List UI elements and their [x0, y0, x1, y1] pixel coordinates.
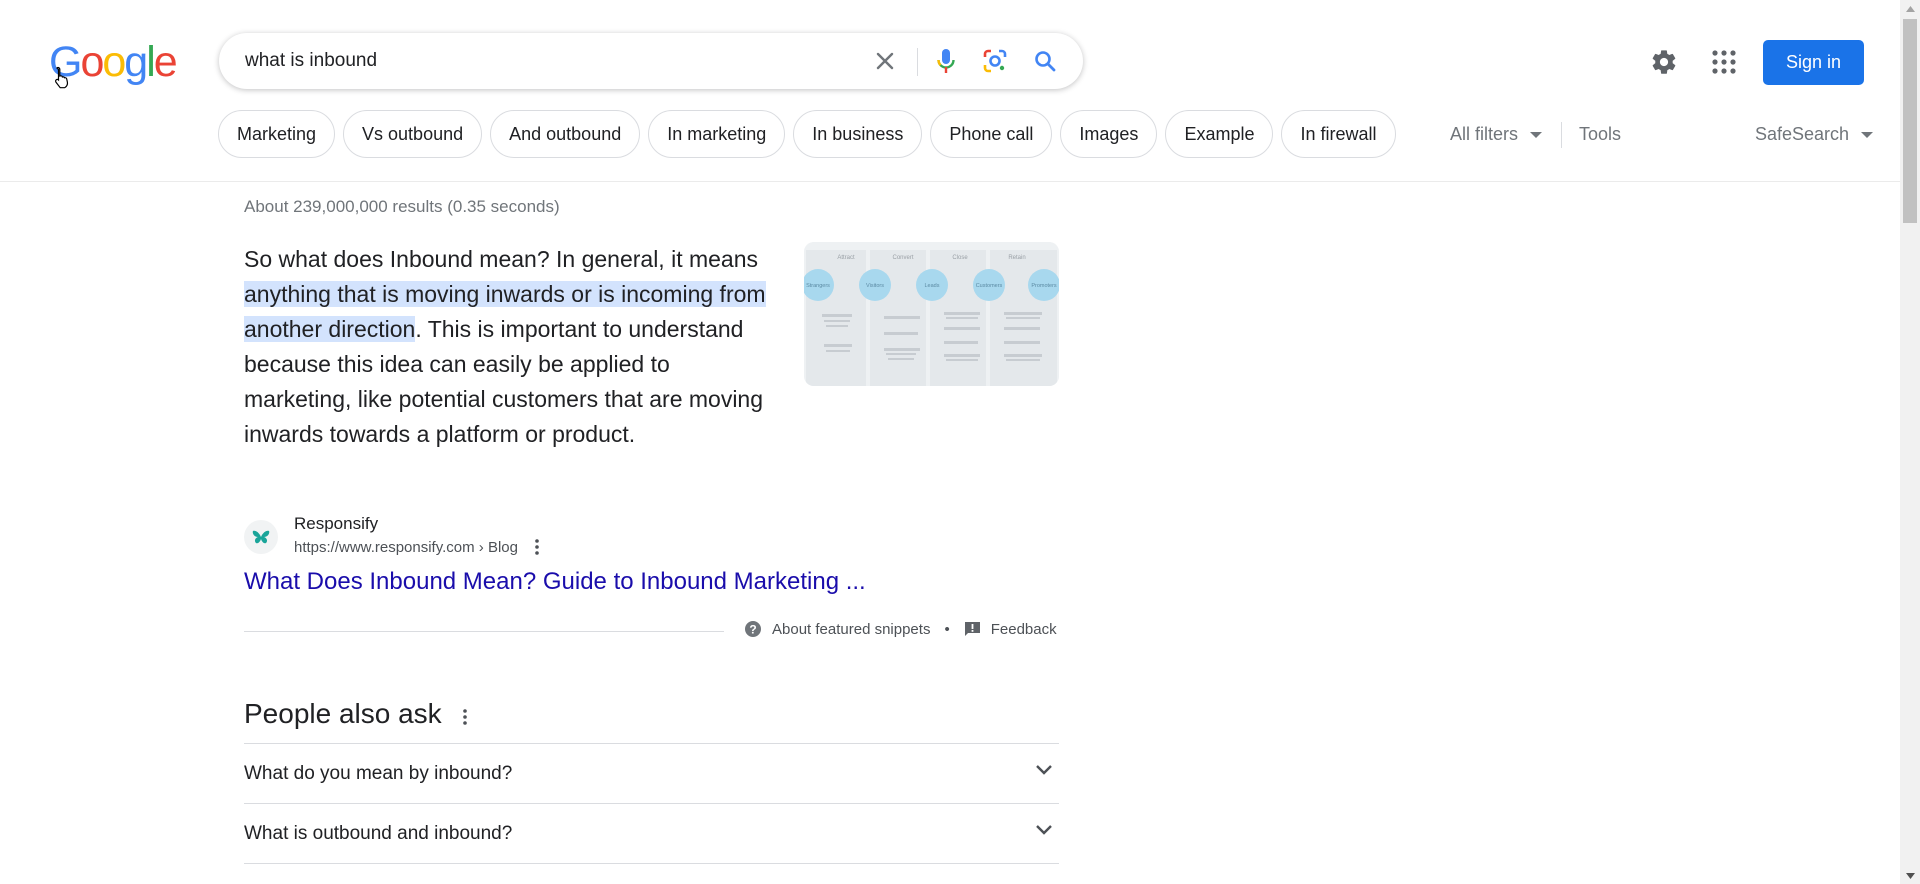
diagram-node-label: Visitors: [866, 283, 884, 289]
all-filters-button[interactable]: All filters: [1450, 124, 1543, 145]
diagram-stage-label: Attract: [837, 255, 855, 261]
chevron-down-icon: [1036, 825, 1052, 835]
microphone-icon[interactable]: [932, 47, 960, 75]
google-lens-icon[interactable]: [981, 47, 1009, 75]
search-icon[interactable]: [1031, 47, 1059, 75]
sign-in-button[interactable]: Sign in: [1763, 40, 1864, 85]
chip-phone-call[interactable]: Phone call: [930, 110, 1053, 158]
diagram-node-label: Leads: [925, 283, 940, 289]
paa-question-text: What is outbound and inbound?: [244, 823, 513, 844]
responsify-favicon-icon: [244, 520, 278, 554]
snippet-footer: ? About featured snippets • Feedback: [744, 620, 1057, 638]
more-options-icon[interactable]: [462, 708, 468, 726]
source-url: https://www.responsify.com › Blog: [294, 539, 518, 556]
footer-separator: •: [944, 620, 950, 638]
logo-letter: g: [124, 38, 148, 86]
snippet-text-start: So what does Inbound mean? In general, i…: [244, 246, 759, 272]
svg-text:?: ?: [749, 623, 756, 637]
logo-letter: o: [80, 38, 104, 86]
logo-letter: o: [102, 38, 126, 86]
paa-divider: [244, 863, 1059, 864]
help-icon: ?: [745, 621, 761, 637]
apps-grid-icon[interactable]: [1712, 50, 1736, 74]
diagram-node-label: Strangers: [806, 283, 830, 289]
safesearch-button[interactable]: SafeSearch: [1755, 124, 1874, 145]
chip-in-firewall[interactable]: In firewall: [1281, 110, 1396, 158]
chip-in-business[interactable]: In business: [793, 110, 923, 158]
source-site-name: Responsify: [294, 514, 379, 533]
tools-button[interactable]: Tools: [1579, 124, 1621, 145]
diagram-stage-label: Retain: [1008, 255, 1025, 261]
vertical-scrollbar[interactable]: [1900, 0, 1920, 884]
chip-in-marketing[interactable]: In marketing: [648, 110, 786, 158]
snippet-thumbnail-image[interactable]: Attract Convert Close Retain Strangers V…: [804, 242, 1059, 386]
inbound-methodology-diagram: Attract Convert Close Retain Strangers V…: [804, 242, 1059, 386]
feedback-icon: [964, 621, 980, 636]
chip-marketing[interactable]: Marketing: [218, 110, 336, 158]
chevron-down-icon: [1036, 765, 1052, 775]
diagram-stage-label: Convert: [892, 255, 913, 261]
result-stats: About 239,000,000 results (0.35 seconds): [244, 197, 560, 216]
search-box[interactable]: what is inbound: [219, 33, 1083, 89]
paa-question-row[interactable]: What is outbound and inbound?: [244, 803, 1059, 863]
header: Google what is inbound Sign in Marketing…: [0, 0, 1900, 182]
about-featured-snippets-link[interactable]: About featured snippets: [772, 621, 930, 638]
diagram-node-label: Promoters: [1031, 283, 1057, 289]
snippet-divider: [244, 631, 724, 632]
more-options-icon[interactable]: [534, 538, 540, 556]
gear-icon[interactable]: [1650, 48, 1678, 76]
chip-example[interactable]: Example: [1165, 110, 1274, 158]
scrollbar-thumb[interactable]: [1903, 19, 1917, 223]
feedback-link[interactable]: Feedback: [991, 621, 1057, 638]
result-title-link[interactable]: What Does Inbound Mean? Guide to Inbound…: [244, 568, 866, 596]
chip-images[interactable]: Images: [1060, 110, 1158, 158]
all-filters-label: All filters: [1450, 124, 1519, 144]
diagram-node-label: Customers: [976, 283, 1003, 289]
diagram-stage-label: Close: [952, 255, 968, 261]
scroll-down-arrow-icon[interactable]: [1900, 867, 1920, 884]
dropdown-caret-icon: [1861, 132, 1874, 139]
logo-letter: e: [153, 38, 178, 86]
logo-letter: l: [146, 38, 155, 86]
people-also-ask-heading: People also ask: [244, 698, 442, 729]
paa-question-text: What do you mean by inbound?: [244, 763, 513, 784]
paa-question-row[interactable]: What do you mean by inbound?: [244, 743, 1059, 803]
dropdown-caret-icon: [1530, 132, 1543, 139]
scroll-up-arrow-icon[interactable]: [1900, 0, 1920, 17]
hand-cursor-icon: [55, 66, 69, 89]
featured-snippet-text: So what does Inbound mean? In general, i…: [244, 242, 774, 452]
search-input[interactable]: what is inbound: [245, 50, 377, 72]
chip-and-outbound[interactable]: And outbound: [490, 110, 641, 158]
filters-divider: [1561, 122, 1562, 148]
safesearch-label: SafeSearch: [1755, 124, 1850, 144]
search-chips: Marketing Vs outbound And outbound In ma…: [218, 110, 1396, 158]
chip-vs-outbound[interactable]: Vs outbound: [343, 110, 483, 158]
search-divider: [917, 48, 918, 76]
clear-icon[interactable]: [871, 47, 899, 75]
